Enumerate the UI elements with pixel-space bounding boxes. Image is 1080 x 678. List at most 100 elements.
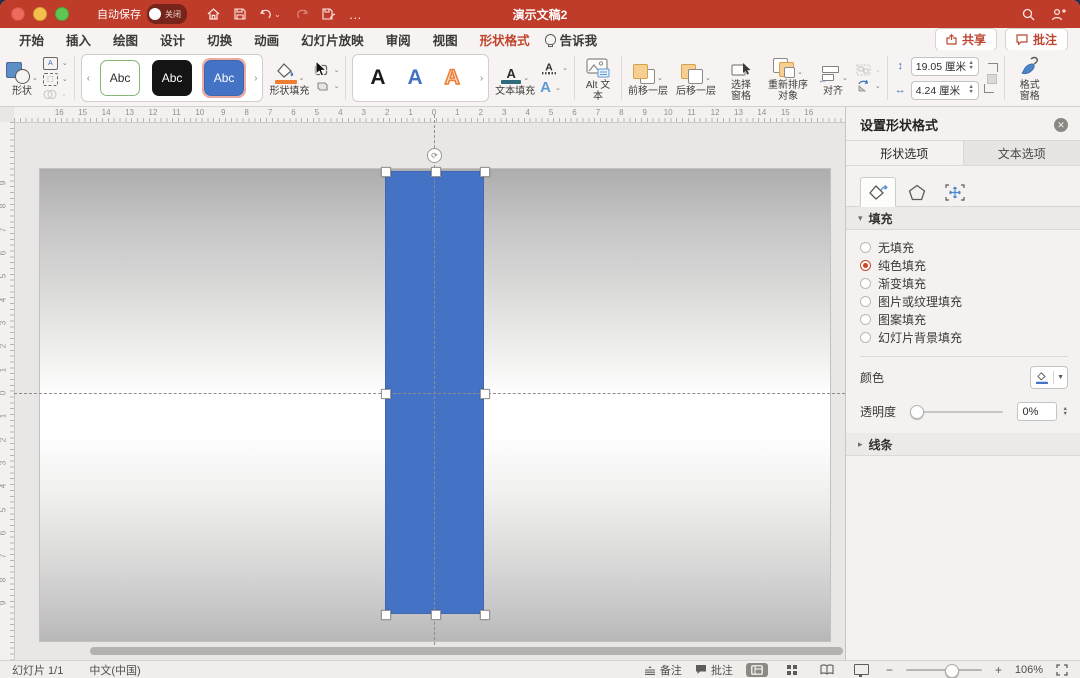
selection-handle[interactable] [381, 610, 391, 620]
shape-outline-button[interactable]: ⌄ [314, 64, 339, 77]
zoom-slider-thumb[interactable] [945, 663, 960, 678]
shape-effects-button[interactable]: ⌄ [314, 80, 339, 93]
fill-option[interactable]: 无填充 [860, 238, 1080, 256]
zoom-in-icon[interactable]: + [995, 663, 1002, 677]
send-backward-button[interactable]: ⌄ 后移一层 [676, 60, 716, 97]
home-icon[interactable] [207, 8, 220, 20]
radio-icon[interactable] [860, 295, 871, 307]
selection-handle[interactable] [480, 167, 490, 177]
save-icon[interactable] [234, 8, 246, 20]
selection-handle[interactable] [381, 167, 391, 177]
ribbon-tab[interactable]: 形状格式 [469, 28, 541, 53]
radio-icon[interactable] [860, 241, 871, 253]
notes-button[interactable]: 备注 [644, 662, 682, 678]
undo-dropdown-chevron[interactable]: ⌄ [274, 10, 281, 19]
text-style-thumbnail[interactable]: A [370, 67, 385, 89]
shape-style-thumbnail[interactable]: Abc [98, 58, 142, 98]
slide-sorter-view-button[interactable] [781, 663, 803, 677]
ribbon-tab[interactable]: 视图 [422, 28, 469, 51]
edit-shape-button[interactable]: ⬚ ⌄ [42, 72, 68, 86]
selection-pane-button[interactable]: 选择窗格 [724, 54, 758, 102]
selection-handle[interactable] [480, 388, 490, 399]
horizontal-scrollbar[interactable] [90, 647, 843, 655]
width-stepper[interactable]: ▲ ▼ [968, 84, 973, 95]
alt-text-button[interactable]: Alt 文本 [581, 54, 615, 102]
selection-handle[interactable] [430, 167, 441, 177]
normal-view-button[interactable] [745, 662, 768, 677]
autosave-control[interactable]: 自动保存 关闭 [97, 4, 187, 24]
fill-color-picker[interactable]: ▼ [1030, 366, 1068, 389]
tell-me-button[interactable]: 告诉我 [544, 30, 597, 49]
size-properties-tab[interactable] [938, 178, 972, 206]
selection-handle[interactable] [430, 610, 441, 620]
selection-handle[interactable] [381, 388, 391, 399]
radio-icon[interactable] [860, 259, 871, 271]
format-pane-button[interactable]: 格式窗格 [1011, 54, 1049, 102]
comments-button[interactable]: 批注 [1004, 27, 1068, 51]
ribbon-tab[interactable]: 开始 [8, 28, 55, 51]
close-pane-icon[interactable]: ✕ [1054, 117, 1068, 132]
line-section-header[interactable]: ▸ 线条 [846, 433, 1080, 456]
fill-option[interactable]: 幻灯片背景填充 [860, 328, 1080, 346]
save-as-icon[interactable] [322, 8, 335, 20]
text-style-thumbnail[interactable]: A [444, 66, 461, 90]
slide-canvas[interactable]: 16 15 14 13 12 11 10 9 8 7 6 5 4 3 2 1 0 1 2 3 4 5 6 7 8 9 10 11 12 1… [0, 107, 845, 660]
transparency-stepper[interactable]: ▲ ▼ [1063, 406, 1068, 417]
undo-icon[interactable]: ⌄ [260, 8, 281, 20]
shape-height-field[interactable]: 19.05 厘米 ▲ ▼ [910, 56, 979, 76]
zoom-out-icon[interactable]: − [886, 663, 893, 677]
rotation-handle[interactable]: ⟳ [427, 148, 442, 163]
tab-text-options[interactable]: 文本选项 [962, 141, 1080, 165]
lock-aspect-ratio-icon[interactable] [983, 63, 998, 93]
ribbon-tab[interactable]: 绘图 [102, 28, 149, 51]
selection-handle[interactable] [480, 610, 490, 620]
transparency-field[interactable]: 0% [1016, 402, 1057, 421]
fill-option[interactable]: 图片或纹理填充 [860, 292, 1080, 310]
height-stepper[interactable]: ▲ ▼ [968, 60, 973, 71]
text-gallery-next-icon[interactable]: › [480, 73, 483, 84]
text-box-button[interactable]: A ⌄ [42, 56, 68, 70]
slider-thumb[interactable] [910, 405, 925, 419]
text-outline-button[interactable]: A ⌄ [540, 60, 568, 76]
gallery-next-icon[interactable]: › [254, 73, 257, 84]
text-style-thumbnail[interactable]: A [407, 67, 422, 89]
shape-fill-button[interactable]: ⌄ 形状填充 [269, 60, 309, 97]
ribbon-tab[interactable]: 审阅 [375, 28, 422, 51]
minimize-window-button[interactable] [33, 7, 47, 21]
radio-icon[interactable] [860, 277, 871, 289]
shape-style-thumbnail[interactable]: Abc [150, 58, 194, 98]
shape-style-thumbnail[interactable]: Abc [202, 58, 247, 98]
reorder-objects-button[interactable]: ⌄ 重新排序对象 [766, 54, 810, 102]
close-window-button[interactable] [11, 7, 25, 21]
text-effects-button[interactable]: A ⌄ [540, 79, 568, 96]
align-button[interactable]: ← ⌄ 对齐 [818, 60, 848, 97]
reading-view-button[interactable] [816, 663, 838, 677]
transparency-slider[interactable] [910, 405, 1003, 419]
color-dropdown-chevron[interactable]: ▼ [1053, 371, 1064, 384]
ribbon-tab[interactable]: 幻灯片放映 [290, 28, 375, 51]
text-fill-button[interactable]: A ⌄ 文本填充 [495, 60, 535, 97]
radio-icon[interactable] [860, 313, 871, 325]
fit-to-window-icon[interactable] [1056, 663, 1068, 676]
fill-line-tab[interactable] [860, 177, 896, 207]
maximize-window-button[interactable] [55, 7, 69, 21]
fill-section-header[interactable]: ▾ 填充 [846, 207, 1080, 230]
status-comments-button[interactable]: 批注 [695, 662, 733, 678]
shape-width-field[interactable]: 4.24 厘米 ▲ ▼ [910, 80, 979, 100]
fill-option[interactable]: 图案填充 [860, 310, 1080, 328]
rotate-objects-button[interactable]: ⌄ [856, 79, 881, 92]
zoom-slider[interactable] [905, 663, 982, 678]
effects-tab[interactable] [900, 178, 934, 206]
tab-shape-options[interactable]: 形状选项 [846, 141, 963, 165]
more-commands-icon[interactable]: … [349, 7, 362, 22]
radio-icon[interactable] [860, 331, 871, 343]
ribbon-tab[interactable]: 切换 [196, 28, 243, 51]
language-indicator[interactable]: 中文(中国) [89, 662, 140, 678]
fill-option[interactable]: 纯色填充 [860, 256, 1080, 274]
search-icon[interactable] [1022, 8, 1035, 21]
fill-option[interactable]: 渐变填充 [860, 274, 1080, 292]
slideshow-view-button[interactable] [851, 663, 873, 677]
ribbon-tab[interactable]: 动画 [243, 28, 290, 51]
ribbon-tab[interactable]: 插入 [55, 28, 102, 51]
zoom-level[interactable]: 106% [1015, 664, 1043, 676]
